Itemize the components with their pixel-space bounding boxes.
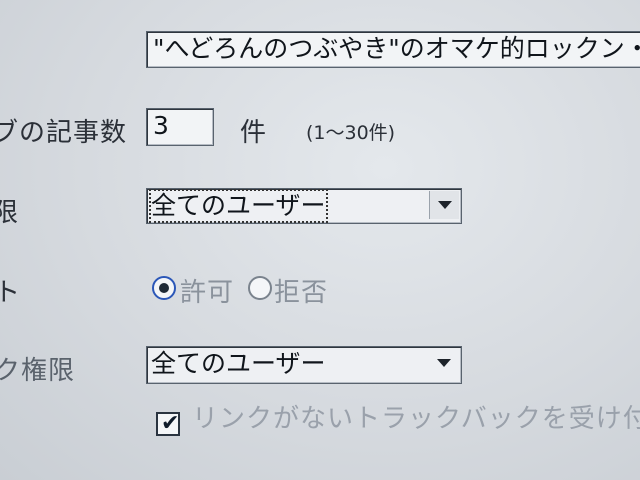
- trackback-permission-label: ク権限: [0, 356, 76, 386]
- chevron-down-icon: [438, 201, 452, 209]
- permission-label: 限: [0, 198, 20, 228]
- trackback-dropdown-button[interactable]: [429, 349, 459, 377]
- checkmark-icon: ✔: [161, 411, 180, 436]
- chevron-down-icon: [437, 359, 451, 367]
- comment-label: ト: [0, 278, 22, 308]
- blog-title-value: "へどろんのつぶやき"のオマケ的ロックン・ロール: [153, 34, 640, 63]
- article-count-value: 3: [153, 111, 169, 140]
- trackback-no-link-label[interactable]: リンクがないトラックバックを受け付: [192, 398, 640, 435]
- permission-select[interactable]: 全てのユーザー: [146, 188, 462, 224]
- permission-select-value: 全てのユーザー: [149, 189, 328, 223]
- trackback-permission-select[interactable]: 全てのユーザー: [146, 346, 462, 384]
- blog-title-input[interactable]: "へどろんのつぶやき"のオマケ的ロックン・ロール: [146, 31, 640, 68]
- article-count-label: ブの記事数: [0, 118, 128, 148]
- comment-allow-label[interactable]: 許可: [180, 272, 234, 309]
- article-count-unit: 件: [240, 118, 268, 148]
- article-count-range-hint: (1～30件): [306, 122, 396, 144]
- trackback-permission-select-value: 全てのユーザー: [151, 349, 326, 378]
- comment-deny-label[interactable]: 拒否: [274, 272, 328, 309]
- comment-deny-radio[interactable]: [248, 276, 272, 300]
- trackback-no-link-checkbox[interactable]: ✔: [156, 412, 180, 436]
- permission-dropdown-button[interactable]: [429, 191, 459, 219]
- article-count-input[interactable]: 3: [146, 108, 214, 146]
- comment-allow-radio[interactable]: [152, 276, 176, 300]
